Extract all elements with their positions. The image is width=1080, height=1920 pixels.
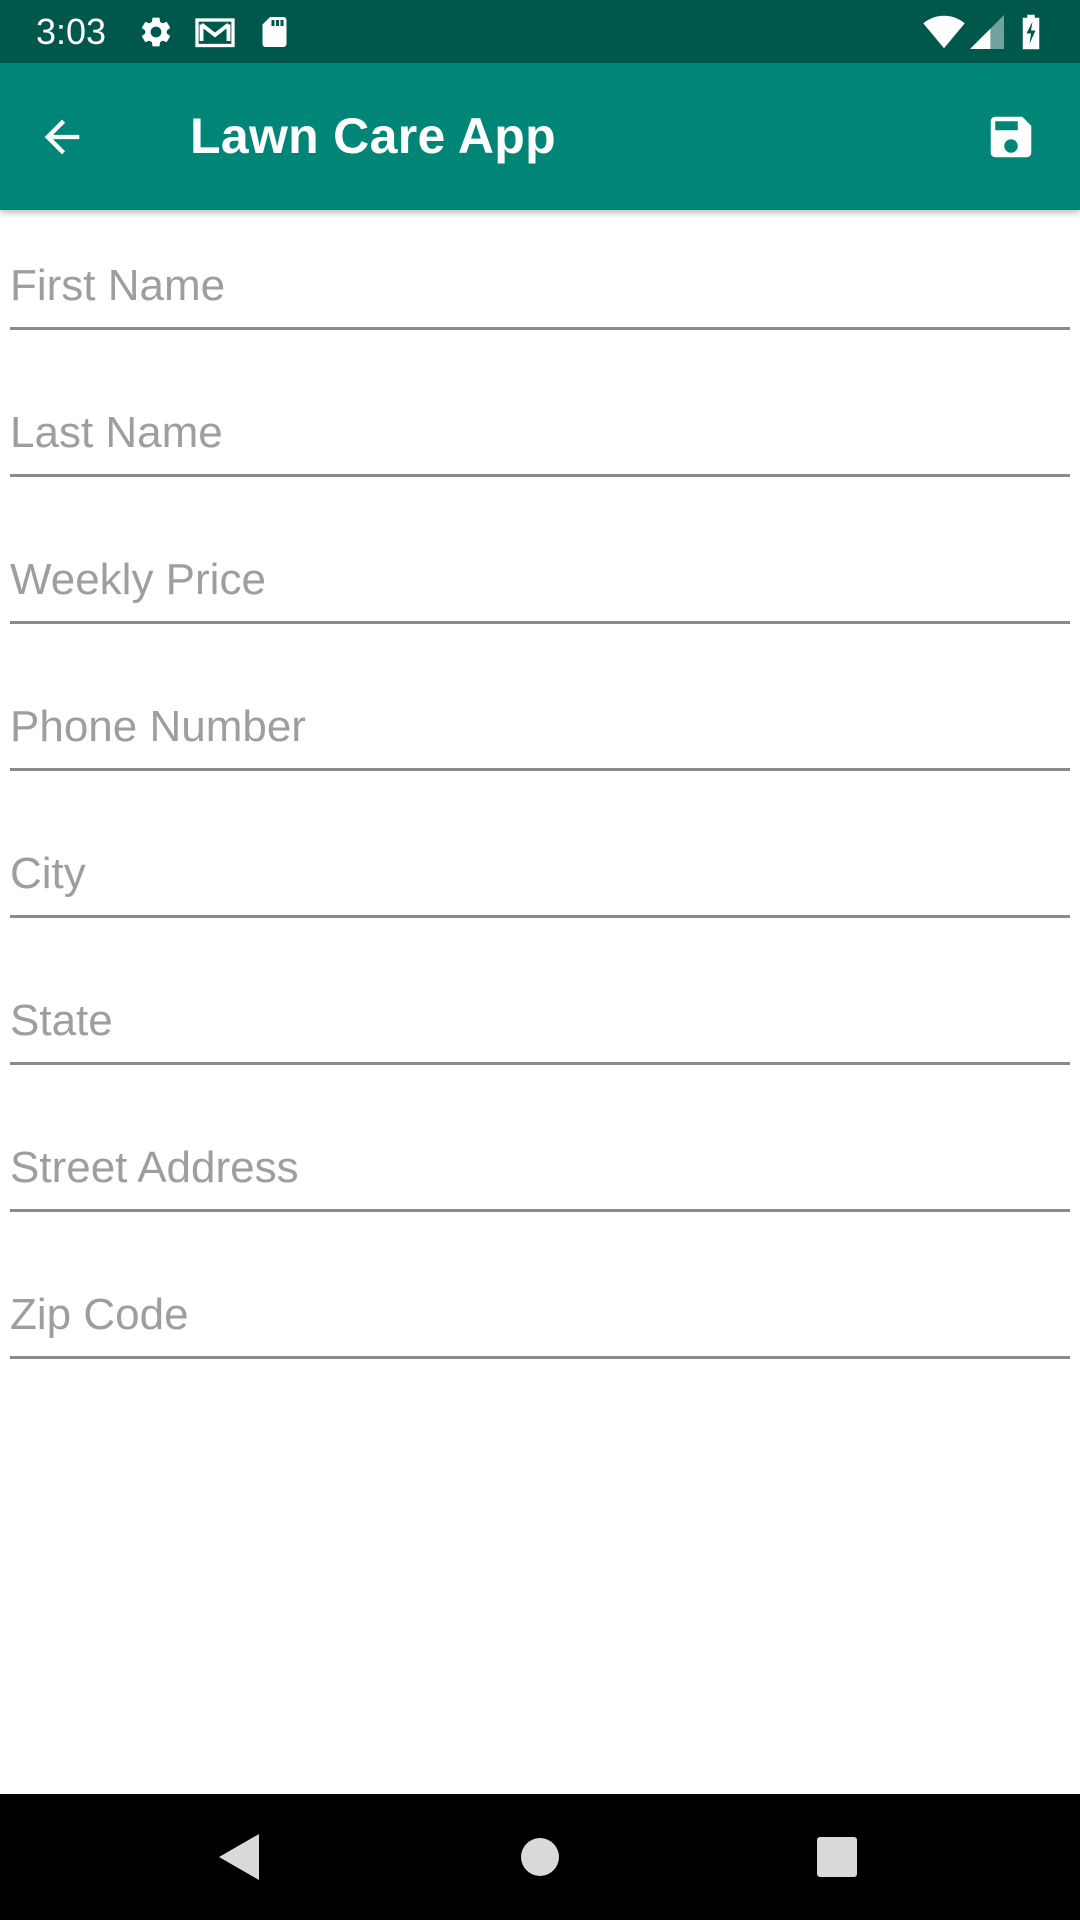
last-name-field[interactable] <box>10 397 1070 477</box>
zip-code-field[interactable] <box>10 1279 1070 1359</box>
app-bar: Lawn Care App <box>0 63 1080 210</box>
back-button[interactable] <box>30 105 94 169</box>
sd-card-icon <box>262 17 287 47</box>
nav-recents-icon <box>817 1837 857 1877</box>
phone-number-field[interactable] <box>10 691 1070 771</box>
city-field[interactable] <box>10 838 1070 918</box>
battery-charging-icon <box>1022 14 1040 50</box>
nav-recents-button[interactable] <box>807 1827 867 1887</box>
status-bar: 3:03 <box>0 0 1080 63</box>
status-time: 3:03 <box>36 11 107 52</box>
state-field-container <box>10 945 1070 1065</box>
wifi-icon <box>923 15 965 49</box>
screen: 3:03 Lawn Care App First Name Last Name … <box>0 0 1080 1920</box>
save-button[interactable] <box>980 106 1042 168</box>
weekly-price-field[interactable] <box>10 544 1070 624</box>
state-field[interactable] <box>10 985 1070 1065</box>
first-name-field-container <box>10 210 1070 330</box>
settings-icon <box>141 17 171 47</box>
arrow-back-icon <box>44 119 80 155</box>
save-icon <box>990 116 1032 158</box>
nav-back-button[interactable] <box>208 1827 268 1887</box>
gmail-icon <box>195 18 235 48</box>
nav-home-icon <box>521 1838 559 1876</box>
street-address-field[interactable] <box>10 1132 1070 1212</box>
phone-number-field-container <box>10 651 1070 771</box>
zip-code-field-container <box>10 1239 1070 1359</box>
system-nav-bar <box>0 1794 1080 1920</box>
cell-signal-icon <box>970 15 1004 49</box>
last-name-field-container <box>10 357 1070 477</box>
nav-back-icon <box>219 1834 259 1880</box>
street-address-field-container <box>10 1092 1070 1212</box>
city-field-container <box>10 798 1070 918</box>
weekly-price-field-container <box>10 504 1070 624</box>
app-title: Lawn Care App <box>190 108 556 164</box>
first-name-field[interactable] <box>10 250 1070 330</box>
nav-home-button[interactable] <box>510 1827 570 1887</box>
